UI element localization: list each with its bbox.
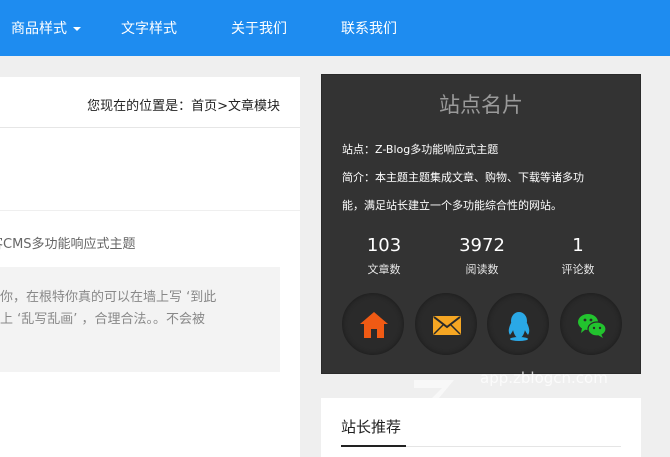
article-excerpt: 你，在根特你真的可以在墙上写 ‘到此 上 ‘乱写乱画’ ，合理合法。。不会被 bbox=[0, 267, 280, 372]
watermark-text: app.zblogcn.com bbox=[480, 369, 608, 387]
stat-value: 103 bbox=[366, 235, 402, 256]
stat-comments: 1 评论数 bbox=[538, 235, 618, 277]
stat-label: 阅读数 bbox=[465, 263, 499, 276]
home-icon bbox=[360, 312, 388, 338]
excerpt-line: 你，在根特你真的可以在墙上写 ‘到此 bbox=[0, 290, 217, 305]
mail-icon bbox=[433, 316, 461, 335]
divider bbox=[0, 210, 300, 211]
nav-item-contact-us[interactable]: 联系我们 bbox=[341, 0, 397, 56]
stat-value: 1 bbox=[572, 235, 584, 256]
wechat-icon bbox=[578, 314, 607, 338]
mail-button[interactable] bbox=[415, 293, 477, 355]
recommend-title: 站长推荐 bbox=[341, 418, 402, 436]
nav-item-label: 联系我们 bbox=[341, 21, 397, 37]
top-navbar: 商品样式 文字样式 关于我们 联系我们 bbox=[0, 0, 670, 56]
site-intro-line: 能，满足站长建立一个多功能综合性的网站。 bbox=[342, 199, 562, 212]
stat-label: 评论数 bbox=[561, 263, 595, 276]
recommend-panel: 站长推荐 bbox=[321, 398, 641, 457]
stat-value: 3972 bbox=[459, 235, 505, 256]
nav-item-label: 商品样式 bbox=[11, 21, 67, 37]
site-intro-line: 简介：本主题主题集成文章、购物、下载等诸多功 bbox=[342, 171, 584, 184]
qq-icon bbox=[508, 312, 530, 341]
site-name-line: 站点：Z-Blog多功能响应式主题 bbox=[342, 143, 499, 156]
card-title: 站点名片 bbox=[439, 93, 523, 117]
nav-item-label: 文字样式 bbox=[121, 21, 177, 37]
stat-reads: 3972 阅读数 bbox=[442, 235, 522, 277]
nav-item-about-us[interactable]: 关于我们 bbox=[231, 0, 287, 56]
watermark-logo-icon bbox=[414, 380, 454, 424]
stat-articles: 103 文章数 bbox=[344, 235, 424, 277]
breadcrumb[interactable]: 您现在的位置是：首页>文章模块 bbox=[87, 95, 280, 114]
nav-item-text-styles[interactable]: 文字样式 bbox=[121, 0, 177, 56]
divider bbox=[0, 127, 300, 128]
qq-button[interactable] bbox=[487, 293, 549, 355]
nav-item-product-styles[interactable]: 商品样式 bbox=[11, 0, 81, 56]
excerpt-line: 上 ‘乱写乱画’ ，合理合法。。不会被 bbox=[0, 312, 206, 327]
article-panel: 您现在的位置是：首页>文章模块 客CMS多功能响应式主题 你，在根特你真的可以在… bbox=[0, 77, 300, 457]
stat-label: 文章数 bbox=[367, 263, 401, 276]
caret-down-icon bbox=[73, 27, 81, 31]
title-underline bbox=[341, 445, 406, 447]
article-subtitle: 客CMS多功能响应式主题 bbox=[0, 237, 136, 252]
home-button[interactable] bbox=[342, 293, 404, 355]
wechat-button[interactable] bbox=[560, 293, 622, 355]
site-info-card: 站点名片 站点：Z-Blog多功能响应式主题 简介：本主题主题集成文章、购物、下… bbox=[321, 74, 641, 374]
nav-item-label: 关于我们 bbox=[231, 21, 287, 37]
